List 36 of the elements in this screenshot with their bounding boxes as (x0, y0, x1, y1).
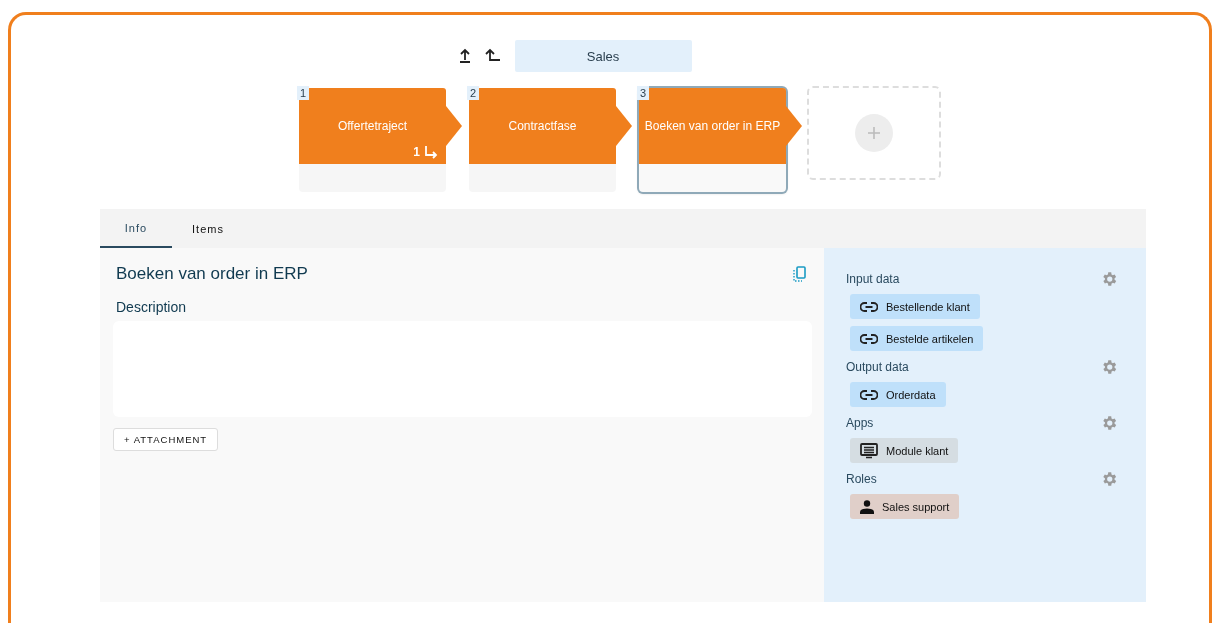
plus-icon[interactable] (855, 114, 893, 152)
tab[interactable]: Info (100, 209, 172, 248)
step-arrow-icon (446, 106, 462, 146)
attachment-button[interactable]: + ATTACHMENT (113, 428, 219, 451)
step-number: 2 (467, 86, 480, 100)
add-step-placeholder[interactable] (807, 86, 941, 180)
description-label: Description (116, 299, 188, 315)
copy-icon[interactable] (792, 266, 806, 282)
step-arrow-icon (616, 106, 632, 146)
step-label: Offertetraject (337, 119, 408, 133)
chip[interactable]: Bestellende klant (850, 294, 980, 319)
link-icon (860, 301, 878, 312)
section-title: Output data (846, 360, 909, 374)
section-title: Input data (846, 272, 900, 286)
chip[interactable]: Bestelde artikelen (850, 326, 984, 351)
subprocess-arrow-icon (424, 145, 438, 159)
link-icon (860, 333, 878, 344)
step-number: 1 (297, 86, 310, 100)
monitor-icon (860, 442, 878, 459)
chip[interactable]: Orderdata (850, 382, 946, 407)
step-label: Boeken van order in ERP (644, 119, 781, 133)
move-up-icon[interactable] (458, 48, 471, 64)
step-number: 3 (637, 86, 650, 100)
level-up-icon[interactable] (484, 48, 501, 64)
tab[interactable]: Items (172, 209, 244, 248)
step-title: Boeken van order in ERP (116, 264, 308, 284)
link-icon (860, 389, 878, 400)
section-title: Apps (846, 416, 874, 430)
process-title: Sales (514, 40, 692, 72)
section-title: Roles (846, 472, 877, 486)
subprocess-count: 1 (413, 145, 420, 159)
chip[interactable]: Sales support (850, 494, 960, 519)
chip[interactable]: Module klant (850, 438, 959, 463)
step-label: Contractfase (508, 119, 577, 133)
person-icon (860, 499, 874, 514)
step-arrow-icon (786, 106, 802, 146)
